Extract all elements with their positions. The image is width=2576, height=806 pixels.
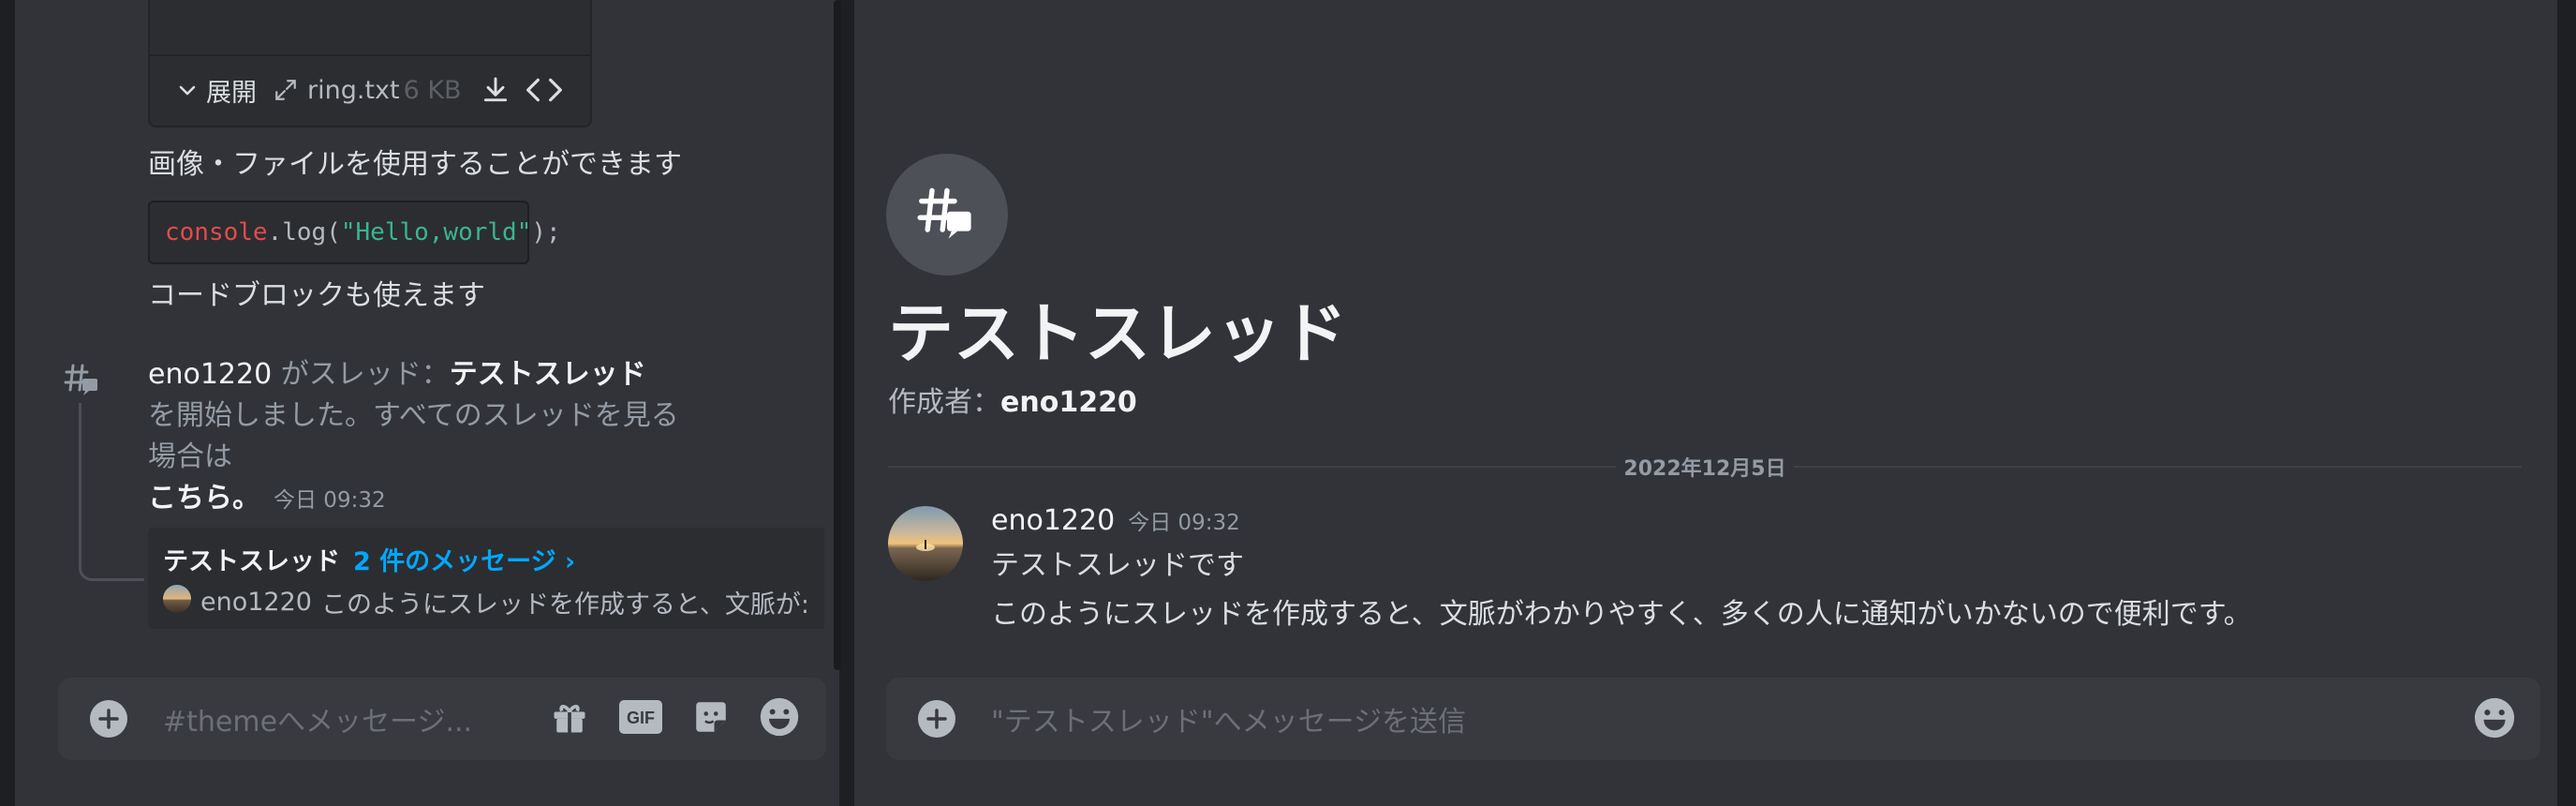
message-header: eno1220 今日 09:32 bbox=[991, 504, 1240, 537]
preview-text: このようにスレッドを作成すると、文脈が: bbox=[320, 590, 809, 619]
chevron-down-icon bbox=[176, 79, 199, 101]
view-code-icon[interactable] bbox=[526, 75, 563, 105]
composer-tools: GIF bbox=[549, 696, 800, 741]
thread-card-header: テストスレッド 2 件のメッセージ › bbox=[163, 541, 575, 577]
thread-card-preview: eno1220 このようにスレッドを作成すると、文脈が: bbox=[163, 584, 809, 620]
scrollbar[interactable] bbox=[834, 0, 841, 670]
author-label: 作成者： bbox=[888, 386, 1000, 419]
preview-username: eno1220 bbox=[200, 588, 312, 617]
thread-link[interactable]: テストスレッド bbox=[450, 358, 646, 391]
emoji-icon[interactable] bbox=[2473, 696, 2516, 743]
expand-label: 展開 bbox=[206, 78, 257, 108]
text-file-attachment: 展開 ring.txt 6 KB bbox=[148, 0, 592, 127]
message-author[interactable]: eno1220 bbox=[991, 504, 1115, 537]
thread-message-composer[interactable]: "テストスレッド"へメッセージを送信 bbox=[886, 678, 2540, 760]
sticker-icon[interactable] bbox=[691, 697, 731, 740]
thread-card-name: テストスレッド bbox=[163, 547, 340, 576]
thread-header-icon bbox=[886, 154, 1008, 276]
attachment-file-name[interactable]: ring.txt bbox=[307, 76, 400, 105]
system-text: がスレッド： bbox=[272, 358, 450, 391]
system-text: 場合は bbox=[148, 440, 232, 473]
discord-window: 展開 ring.txt 6 KB 画像・ファイルを使用することができます con… bbox=[0, 0, 2576, 806]
channel-chat-pane: 展開 ring.txt 6 KB 画像・ファイルを使用することができます con… bbox=[15, 0, 841, 806]
thread-preview-card[interactable]: テストスレッド 2 件のメッセージ › eno1220 このようにスレッドを作成す… bbox=[148, 528, 824, 629]
message-text: 画像・ファイルを使用することができます bbox=[148, 148, 682, 181]
gif-icon[interactable]: GIF bbox=[618, 698, 663, 739]
avatar bbox=[163, 585, 191, 619]
message-text: このようにスレッドを作成すると、文脈がわかりやすく、多くの人に通知がいかないので… bbox=[991, 598, 2252, 631]
channel-message-composer[interactable]: #themeへメッセージ... GIF bbox=[58, 678, 826, 760]
thread-message-count[interactable]: 2 件のメッセージ › bbox=[353, 547, 575, 576]
download-icon[interactable] bbox=[481, 75, 511, 105]
code-block: console .log("Hello,world"); bbox=[148, 201, 561, 264]
code-token: ); bbox=[531, 218, 561, 246]
author-name[interactable]: eno1220 bbox=[1000, 386, 1137, 419]
window-edge bbox=[2557, 0, 2576, 806]
message-text: コードブロックも使えます bbox=[148, 279, 485, 312]
thread-icon bbox=[64, 362, 101, 399]
avatar[interactable] bbox=[888, 506, 963, 581]
code-token: "Hello,world" bbox=[340, 218, 532, 246]
add-attachment-button[interactable] bbox=[90, 700, 127, 741]
timestamp: 今日 09:32 bbox=[274, 488, 386, 513]
attachment-preview bbox=[150, 0, 590, 56]
add-attachment-button[interactable] bbox=[918, 700, 955, 741]
code-token: console bbox=[165, 218, 268, 246]
fullscreen-icon[interactable] bbox=[274, 78, 298, 102]
username[interactable]: eno1220 bbox=[148, 358, 272, 391]
expand-button[interactable]: 展開 bbox=[176, 72, 257, 109]
attachment-toolbar: 展開 ring.txt 6 KB bbox=[176, 69, 563, 111]
all-threads-link[interactable]: こちら。 bbox=[148, 482, 260, 515]
thread-connector bbox=[79, 403, 144, 581]
thread-created-message: eno1220 がスレッド：テストスレッド を開始しました。すべてのスレッドを見… bbox=[148, 354, 822, 521]
code-token: .log( bbox=[267, 218, 341, 246]
thread-pane: テストスレッド 作成者：eno1220 2022年12月5日 eno1220 今日… bbox=[854, 0, 2557, 806]
message-timestamp: 今日 09:32 bbox=[1128, 511, 1240, 535]
message-input[interactable]: "テストスレッド"へメッセージを送信 bbox=[991, 698, 1466, 739]
date-label: 2022年12月5日 bbox=[1616, 452, 1794, 482]
date-divider: 2022年12月5日 bbox=[888, 452, 2522, 482]
svg-text:GIF: GIF bbox=[627, 709, 655, 727]
message-text: テストスレッドです bbox=[991, 549, 1244, 582]
system-text: を開始しました。すべてのスレッドを見る bbox=[148, 399, 679, 432]
message-input[interactable]: #themeへメッセージ... bbox=[163, 698, 472, 739]
thread-title: テストスレッド bbox=[888, 295, 1347, 372]
thread-author: 作成者：eno1220 bbox=[888, 379, 1137, 420]
attachment-file-size: 6 KB bbox=[403, 75, 462, 105]
gift-icon[interactable] bbox=[549, 696, 590, 741]
emoji-icon[interactable] bbox=[759, 696, 800, 741]
